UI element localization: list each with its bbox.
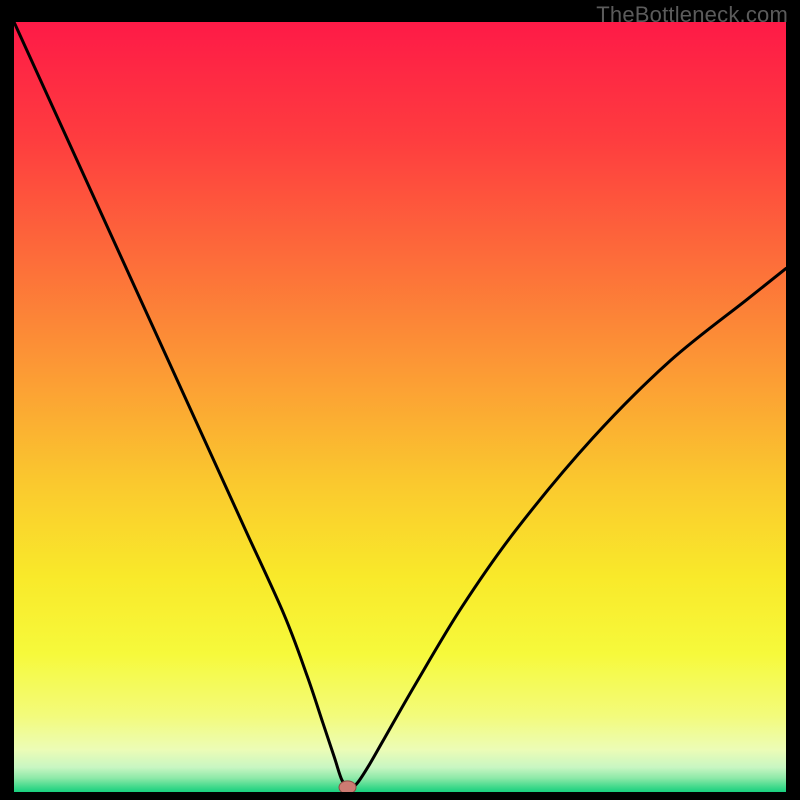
bottleneck-chart — [14, 22, 786, 792]
chart-frame — [14, 22, 786, 792]
gradient-background — [14, 22, 786, 792]
watermark-text: TheBottleneck.com — [596, 2, 788, 28]
optimum-marker — [339, 781, 356, 792]
